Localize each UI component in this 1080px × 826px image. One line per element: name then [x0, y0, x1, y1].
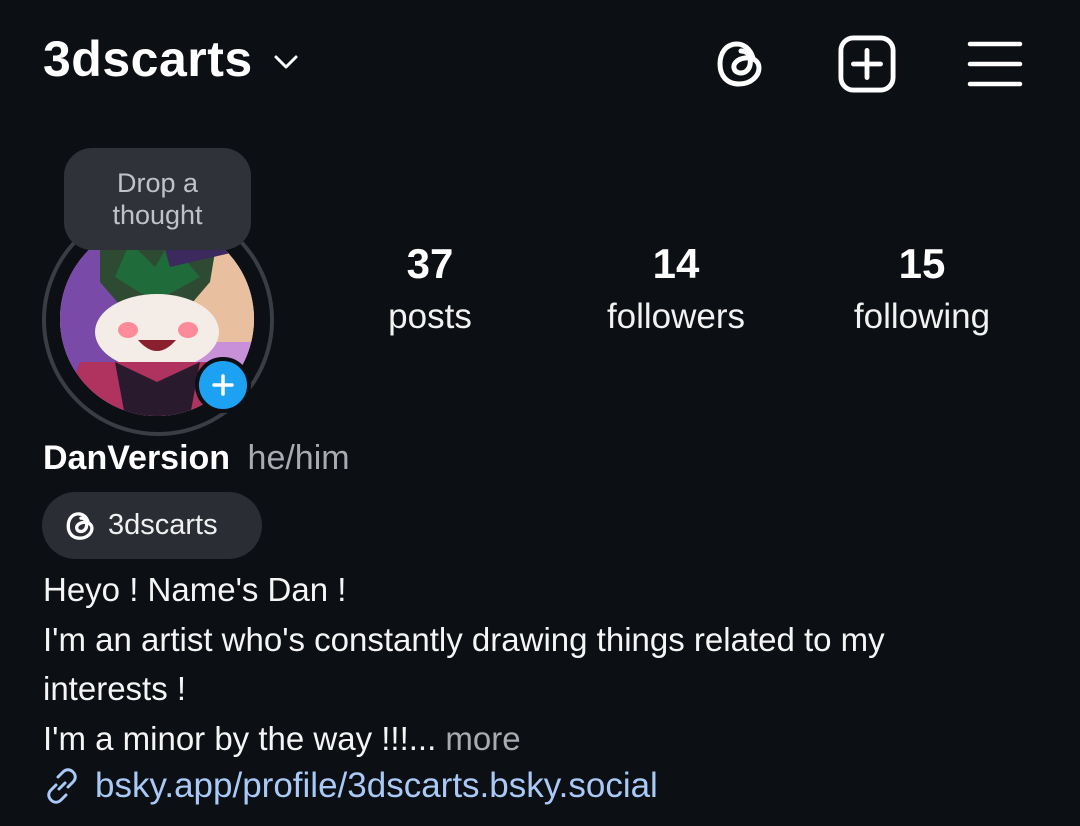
threads-profile-link[interactable]: 3dscarts: [42, 492, 262, 559]
stat-posts[interactable]: 37 posts: [320, 238, 540, 344]
stat-followers[interactable]: 14 followers: [566, 238, 786, 344]
plus-icon: [212, 374, 234, 396]
followers-label: followers: [606, 297, 746, 336]
following-label: following: [853, 297, 991, 336]
stat-following[interactable]: 15 following: [812, 238, 1032, 344]
plus-square-icon: [838, 35, 896, 93]
link-icon: [47, 768, 77, 804]
bio-line-3: interests !: [43, 670, 187, 707]
bio: Heyo ! Name's Dan ! I'm an artist who's …: [43, 565, 1043, 763]
name-row: DanVersion he/him: [43, 436, 350, 480]
bio-external-link[interactable]: bsky.app/profile/3dscarts.bsky.social: [43, 762, 658, 810]
bio-line-2: I'm an artist who's constantly drawing t…: [43, 620, 885, 658]
hamburger-menu-icon: [967, 41, 1023, 87]
threads-icon: [66, 511, 94, 540]
bio-line-4-text: I'm a minor by the way !!!...: [43, 719, 437, 757]
bio-line-4: I'm a minor by the way !!!... more: [43, 714, 1043, 764]
followers-count: 14: [652, 240, 700, 287]
note-line-1: Drop a: [116, 168, 199, 198]
create-post-button[interactable]: [838, 35, 896, 93]
note-line-2: thought: [112, 200, 203, 230]
display-name: DanVersion: [43, 439, 231, 477]
pronouns: he/him: [247, 439, 350, 477]
bio-link-text[interactable]: bsky.app/profile/3dscarts.bsky.social: [95, 762, 658, 810]
following-count: 15: [898, 240, 946, 287]
bio-more-link[interactable]: more: [436, 720, 520, 757]
threads-handle: 3dscarts: [108, 509, 218, 541]
profile-username[interactable]: 3dscarts: [43, 30, 253, 88]
menu-button[interactable]: [966, 35, 1024, 93]
chevron-down-icon[interactable]: [273, 54, 299, 70]
posts-count: 37: [406, 240, 454, 287]
bio-line-1: Heyo ! Name's Dan !: [43, 571, 347, 608]
note-bubble[interactable]: Drop a thought: [64, 148, 251, 250]
threads-icon[interactable]: [712, 35, 770, 93]
account-switcher[interactable]: 3dscarts: [43, 30, 299, 88]
profile-page: 3dscarts Drop a thought 37 posts 14 foll…: [0, 0, 1080, 826]
posts-label: posts: [388, 297, 472, 336]
add-story-button[interactable]: [195, 357, 251, 413]
